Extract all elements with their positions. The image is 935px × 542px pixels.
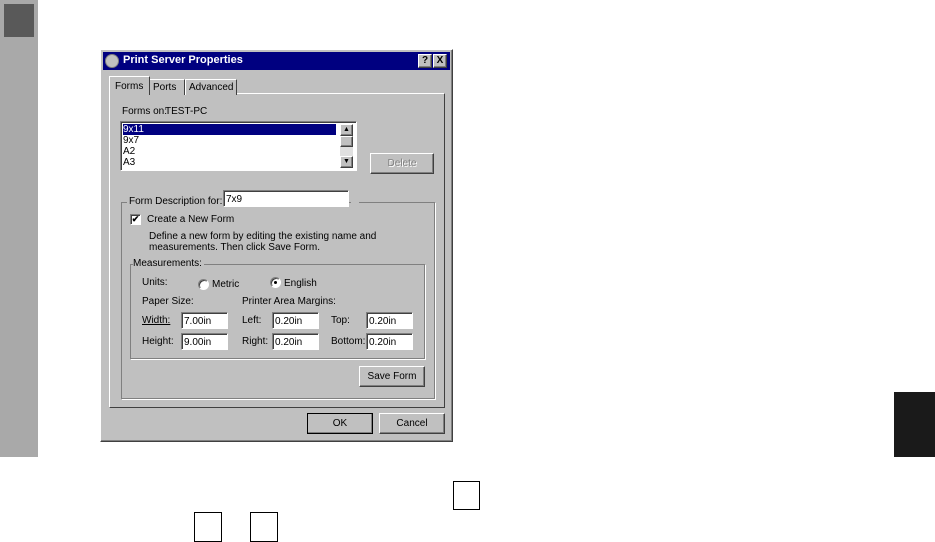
english-label[interactable]: English (284, 278, 317, 289)
printer-icon (105, 54, 119, 68)
english-radio[interactable] (270, 277, 281, 288)
tab-ports[interactable]: Ports (149, 79, 185, 95)
server-name: TEST-PC (165, 106, 208, 117)
chapter-tab-marker (4, 4, 34, 37)
scrollbar[interactable]: ▲ ▼ (340, 124, 353, 168)
left-margin-bar (0, 0, 38, 457)
create-new-form-label[interactable]: Create a New Form (147, 214, 234, 225)
form-description-gap (351, 198, 359, 206)
forms-listbox[interactable]: 9x11 9x7 A2 A3 ▲ ▼ (120, 121, 357, 171)
cancel-button[interactable]: Cancel (379, 413, 445, 434)
form-description-input[interactable]: 7x9 (223, 190, 349, 207)
list-item[interactable]: A3 (123, 157, 135, 168)
tab-advanced[interactable]: Advanced (185, 79, 237, 95)
callout-box (250, 512, 278, 542)
ok-button[interactable]: OK (307, 413, 373, 434)
scroll-thumb[interactable] (340, 136, 353, 147)
width-label: Width: (142, 315, 171, 326)
list-item[interactable]: 9x7 (123, 135, 139, 146)
right-input[interactable]: 0.20in (272, 333, 319, 350)
left-label: Left: (242, 315, 262, 326)
right-label: Right: (242, 336, 269, 347)
dialog-title: Print Server Properties (123, 54, 243, 66)
delete-button[interactable]: Delete (370, 153, 434, 174)
form-description-label: Form Description for: (127, 196, 225, 207)
top-input[interactable]: 0.20in (366, 312, 413, 329)
list-item[interactable]: A2 (123, 146, 135, 157)
callout-box (194, 512, 222, 542)
height-label: Height: (142, 336, 174, 347)
help-text-line-2: measurements. Then click Save Form. (149, 242, 320, 253)
print-server-properties-dialog: Print Server Properties ? X Forms Ports … (100, 49, 453, 442)
units-label: Units: (142, 277, 168, 288)
metric-radio[interactable] (198, 279, 209, 290)
height-input[interactable]: 9.00in (181, 333, 228, 350)
help-text-line-1: Define a new form by editing the existin… (149, 231, 377, 242)
bottom-label: Bottom: (331, 336, 366, 347)
create-new-form-checkbox[interactable]: ✔ (130, 214, 141, 225)
bottom-input[interactable]: 0.20in (366, 333, 413, 350)
close-button[interactable]: X (433, 54, 447, 68)
title-bar: Print Server Properties ? X (103, 52, 450, 70)
width-input[interactable]: 7.00in (181, 312, 228, 329)
paper-size-label: Paper Size: (142, 296, 194, 307)
left-input[interactable]: 0.20in (272, 312, 319, 329)
help-button[interactable]: ? (418, 54, 432, 68)
forms-on-label: Forms on: (122, 106, 168, 117)
radio-dot (274, 281, 277, 284)
top-label: Top: (331, 315, 350, 326)
tab-forms[interactable]: Forms (109, 76, 150, 95)
scroll-up-icon[interactable]: ▲ (340, 124, 353, 136)
list-item[interactable]: 9x11 (123, 124, 336, 135)
margins-label: Printer Area Margins: (242, 296, 336, 307)
callout-box (453, 481, 480, 510)
scroll-down-icon[interactable]: ▼ (340, 156, 353, 168)
save-form-button[interactable]: Save Form (359, 366, 425, 387)
right-tab-marker (894, 392, 935, 457)
metric-label[interactable]: Metric (212, 279, 239, 290)
measurements-label: Measurements: (133, 258, 204, 269)
